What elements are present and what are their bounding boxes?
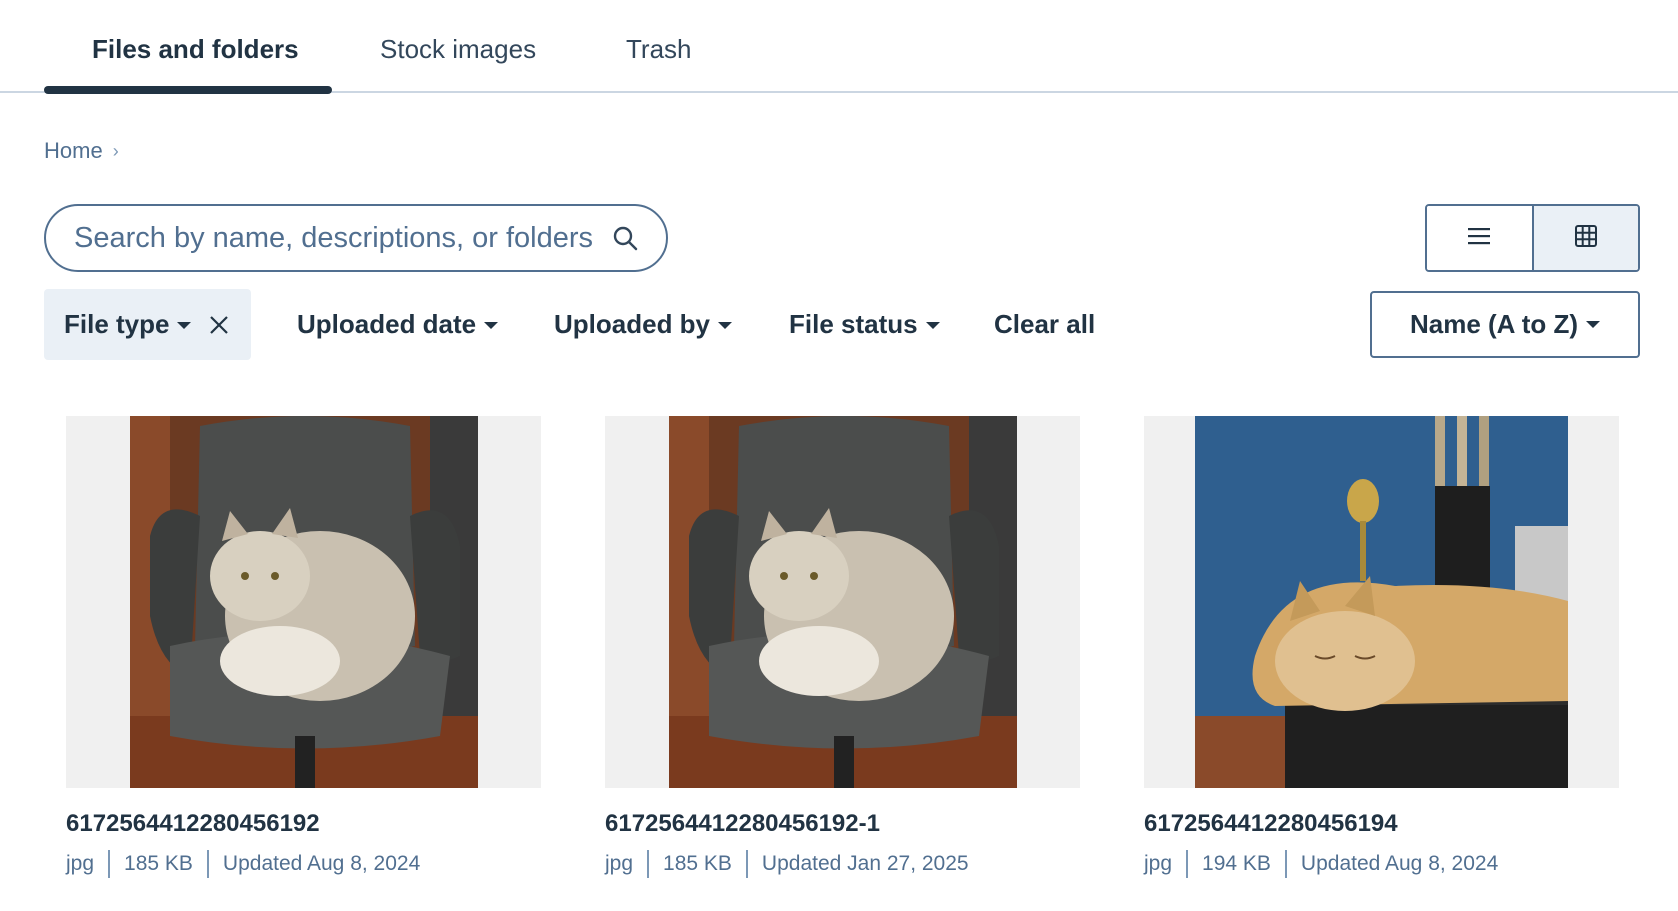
file-size: 185 KB: [663, 852, 732, 875]
file-type-filter[interactable]: File type: [44, 289, 252, 360]
file-updated: Updated Jan 27, 2025: [761, 852, 969, 875]
caret-down-icon: [718, 322, 733, 329]
tab-files-and-folders[interactable]: Files and folders: [92, 34, 299, 65]
divider: [647, 850, 650, 878]
grid-view-button[interactable]: [1531, 206, 1638, 270]
file-updated: Updated Aug 8, 2024: [1300, 852, 1499, 875]
list-icon: [1468, 227, 1491, 250]
uploaded-date-label: Uploaded date: [297, 309, 477, 339]
file-thumbnail[interactable]: [66, 416, 541, 788]
uploaded-by-label: Uploaded by: [554, 309, 711, 339]
breadcrumb-home[interactable]: Home: [44, 138, 103, 164]
close-icon[interactable]: [209, 315, 229, 335]
breadcrumb: Home ›: [44, 138, 119, 164]
clear-all-button[interactable]: Clear all: [994, 309, 1095, 340]
file-type: jpg: [66, 852, 95, 875]
file-name[interactable]: 6172564412280456192-1: [605, 810, 1080, 838]
uploaded-date-filter[interactable]: Uploaded date: [297, 309, 499, 340]
chevron-right-icon: ›: [112, 140, 119, 161]
file-size: 185 KB: [124, 852, 193, 875]
file-card: 6172564412280456194 jpg 194 KB Updated A…: [1144, 416, 1619, 878]
cat-on-chair-photo: [130, 416, 478, 788]
divider: [1284, 850, 1287, 878]
filter-bar: File type Uploaded date Uploaded by File…: [44, 289, 1095, 360]
file-size: 194 KB: [1202, 852, 1271, 875]
file-type: jpg: [1144, 852, 1173, 875]
view-toggle: [1425, 204, 1640, 272]
file-meta: jpg 194 KB Updated Aug 8, 2024: [1144, 850, 1619, 878]
list-view-button[interactable]: [1427, 206, 1532, 270]
file-meta: jpg 185 KB Updated Jan 27, 2025: [605, 850, 1080, 878]
file-type: jpg: [605, 852, 634, 875]
file-status-filter[interactable]: File status: [789, 309, 940, 340]
tab-stock-images[interactable]: Stock images: [380, 34, 536, 65]
sleeping-cat-photo: [1195, 416, 1568, 788]
file-name[interactable]: 6172564412280456192: [66, 810, 541, 838]
file-card: 6172564412280456192-1 jpg 185 KB Updated…: [605, 416, 1080, 878]
file-thumbnail[interactable]: [605, 416, 1080, 788]
caret-down-icon: [925, 322, 940, 329]
uploaded-by-filter[interactable]: Uploaded by: [554, 309, 733, 340]
file-name[interactable]: 6172564412280456194: [1144, 810, 1619, 838]
tab-trash[interactable]: Trash: [626, 34, 692, 65]
divider: [1186, 850, 1189, 878]
file-type-label: File type: [64, 309, 170, 339]
cat-on-chair-photo: [669, 416, 1017, 788]
file-updated: Updated Aug 8, 2024: [222, 852, 421, 875]
tab-bar: Files and folders Stock images Trash: [0, 0, 1678, 94]
caret-down-icon: [177, 322, 192, 329]
divider: [108, 850, 111, 878]
divider: [745, 850, 748, 878]
file-card: 6172564412280456192 jpg 185 KB Updated A…: [66, 416, 541, 878]
caret-down-icon: [484, 322, 499, 329]
active-tab-indicator: [44, 86, 332, 94]
caret-down-icon: [1586, 321, 1601, 328]
grid-icon: [1574, 224, 1597, 252]
sort-dropdown[interactable]: Name (A to Z): [1370, 291, 1640, 358]
search-box: [44, 204, 668, 272]
file-meta: jpg 185 KB Updated Aug 8, 2024: [66, 850, 541, 878]
sort-label: Name (A to Z): [1409, 309, 1579, 339]
file-thumbnail[interactable]: [1144, 416, 1619, 788]
search-icon[interactable]: [610, 223, 640, 253]
search-input[interactable]: [74, 221, 610, 255]
divider: [206, 850, 209, 878]
file-status-label: File status: [789, 309, 918, 339]
